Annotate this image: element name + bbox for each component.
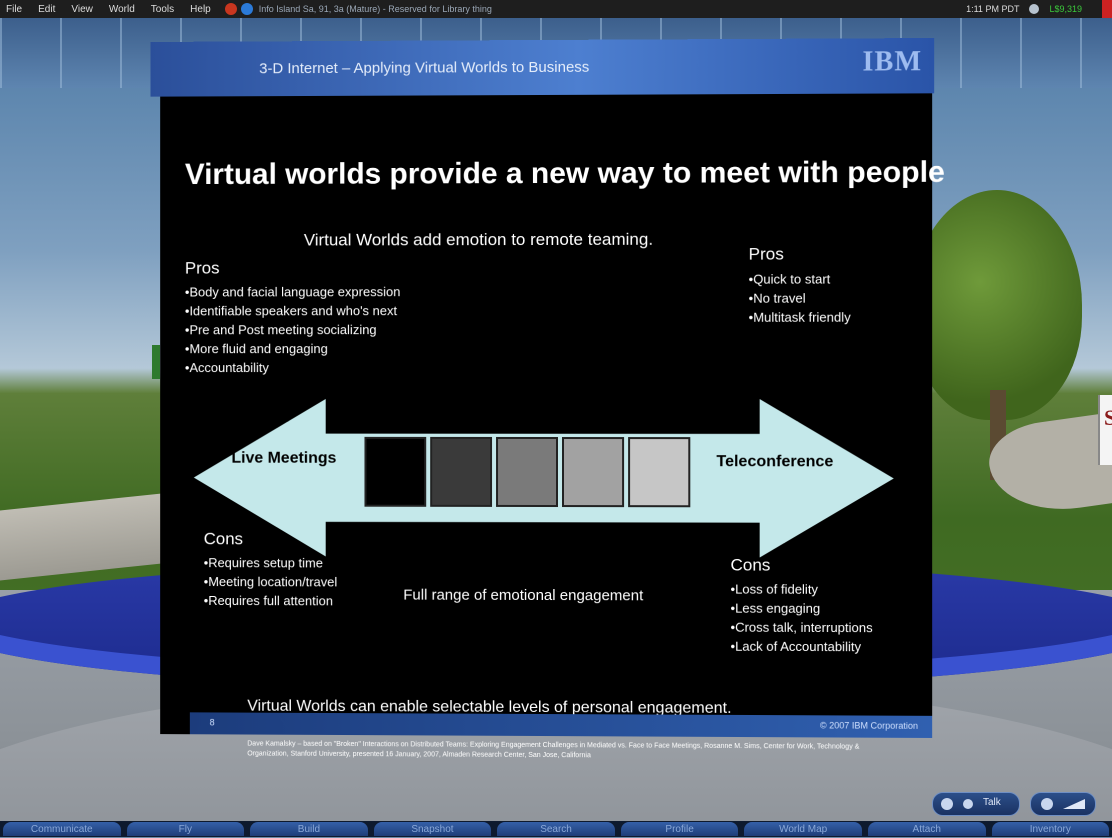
menu-view[interactable]: View	[63, 4, 101, 15]
slide-headline: Virtual worlds provide a new way to meet…	[184, 155, 945, 192]
left-cons-list: Requires setup time Meeting location/tra…	[204, 553, 338, 610]
balance[interactable]: L$9,319	[1049, 4, 1082, 14]
menu-help[interactable]: Help	[182, 4, 219, 15]
list-item: Multitask friendly	[749, 308, 851, 327]
right-cons-list: Loss of fidelity Less engaging Cross tal…	[730, 580, 873, 657]
volume-slider-icon[interactable]	[1063, 799, 1085, 809]
left-cons-title: Cons	[203, 529, 244, 549]
right-cons-title: Cons	[730, 555, 771, 575]
presentation-board[interactable]: 3-D Internet – Applying Virtual Worlds t…	[150, 38, 945, 759]
communicate-button[interactable]: Communicate	[3, 822, 121, 836]
close-icon[interactable]	[1102, 0, 1112, 18]
engagement-swatch-4	[562, 437, 625, 508]
lock-icon[interactable]	[963, 799, 973, 809]
search-button[interactable]: Search	[497, 822, 615, 836]
list-item: Pre and Post meeting socializing	[185, 320, 400, 339]
arrow-left-label: Live Meetings	[231, 449, 337, 467]
menu-edit[interactable]: Edit	[30, 4, 63, 15]
list-item: Requires setup time	[204, 553, 338, 572]
right-pros-title: Pros	[748, 244, 784, 264]
world-sign[interactable]: S	[1098, 395, 1112, 465]
list-item: No travel	[749, 289, 851, 308]
snapshot-button[interactable]: Snapshot	[373, 822, 492, 836]
health-icon	[1029, 4, 1040, 14]
list-item: Requires full attention	[204, 591, 338, 610]
menu-file[interactable]: File	[0, 4, 30, 15]
engagement-swatch-5	[628, 437, 691, 508]
land-info-icon[interactable]	[240, 3, 253, 15]
profile-button[interactable]: Profile	[620, 822, 739, 836]
list-item: Loss of fidelity	[730, 580, 872, 599]
engagement-swatch-2	[430, 436, 493, 507]
slide-header: 3-D Internet – Applying Virtual Worlds t…	[150, 38, 935, 97]
left-pros-title: Pros	[184, 258, 220, 278]
list-item: Less engaging	[730, 599, 872, 619]
list-item: Quick to start	[749, 269, 851, 288]
clock: 1:11 PM PDT	[966, 4, 1020, 14]
volume-control[interactable]	[1030, 792, 1096, 816]
list-item: Lack of Accountability	[730, 637, 872, 657]
list-item: More fluid and engaging	[185, 339, 400, 358]
inventory-button[interactable]: Inventory	[991, 822, 1110, 836]
ibm-logo: IBM	[862, 46, 923, 78]
slide-header-title: 3-D Internet – Applying Virtual Worlds t…	[259, 58, 590, 78]
list-item: Cross talk, interruptions	[730, 618, 873, 638]
slide-copyright: © 2007 IBM Corporation	[819, 720, 919, 731]
slide-page-number: 8	[209, 717, 215, 728]
no-fly-icon[interactable]	[224, 3, 237, 15]
world-sign-text: S	[1104, 405, 1112, 430]
list-item: Identifiable speakers and who's next	[185, 301, 400, 320]
slide-citation: Dave Kamalsky – based on "Broken" Intera…	[247, 740, 860, 760]
engagement-swatch-3	[496, 436, 559, 508]
engagement-range-label: Full range of emotional engagement	[403, 586, 644, 605]
engagement-swatch-1	[364, 436, 427, 507]
menu-tools[interactable]: Tools	[143, 4, 182, 15]
slide-subheadline: Virtual Worlds add emotion to remote tea…	[303, 229, 654, 250]
world-map-button[interactable]: World Map	[744, 822, 862, 836]
arrow-right-label: Teleconference	[716, 453, 834, 471]
fly-button[interactable]: Fly	[126, 822, 245, 836]
list-item: Accountability	[185, 358, 400, 377]
speaker-icon[interactable]	[1041, 798, 1053, 810]
slide-body: Virtual worlds provide a new way to meet…	[160, 93, 945, 759]
voice-talk-control[interactable]: Talk	[932, 792, 1020, 816]
attach-button[interactable]: Attach	[867, 822, 986, 836]
right-pros-list: Quick to start No travel Multitask frien…	[749, 269, 851, 326]
tree	[912, 190, 1082, 420]
slide-footer: 8 © 2007 IBM Corporation	[189, 712, 933, 738]
3d-world-viewport[interactable]: S 3-D Internet – Applying Virtual Worlds…	[0, 0, 1112, 837]
list-item: Body and facial language expression	[185, 282, 400, 301]
voice-icon[interactable]	[941, 798, 953, 810]
list-item: Meeting location/travel	[204, 572, 337, 591]
bottom-toolbar: Communicate Fly Build Snapshot Search Pr…	[0, 821, 1112, 837]
talk-button-label[interactable]: Talk	[983, 797, 1001, 808]
menu-bar: File Edit View World Tools Help Info Isl…	[0, 0, 1112, 18]
build-button[interactable]: Build	[250, 822, 368, 836]
menu-status-area: 1:11 PM PDT L$9,319	[966, 0, 1112, 18]
location-text[interactable]: Info Island Sa, 91, 3a (Mature) - Reserv…	[259, 4, 492, 14]
menu-world[interactable]: World	[101, 4, 143, 15]
left-pros-list: Body and facial language expression Iden…	[185, 282, 400, 377]
